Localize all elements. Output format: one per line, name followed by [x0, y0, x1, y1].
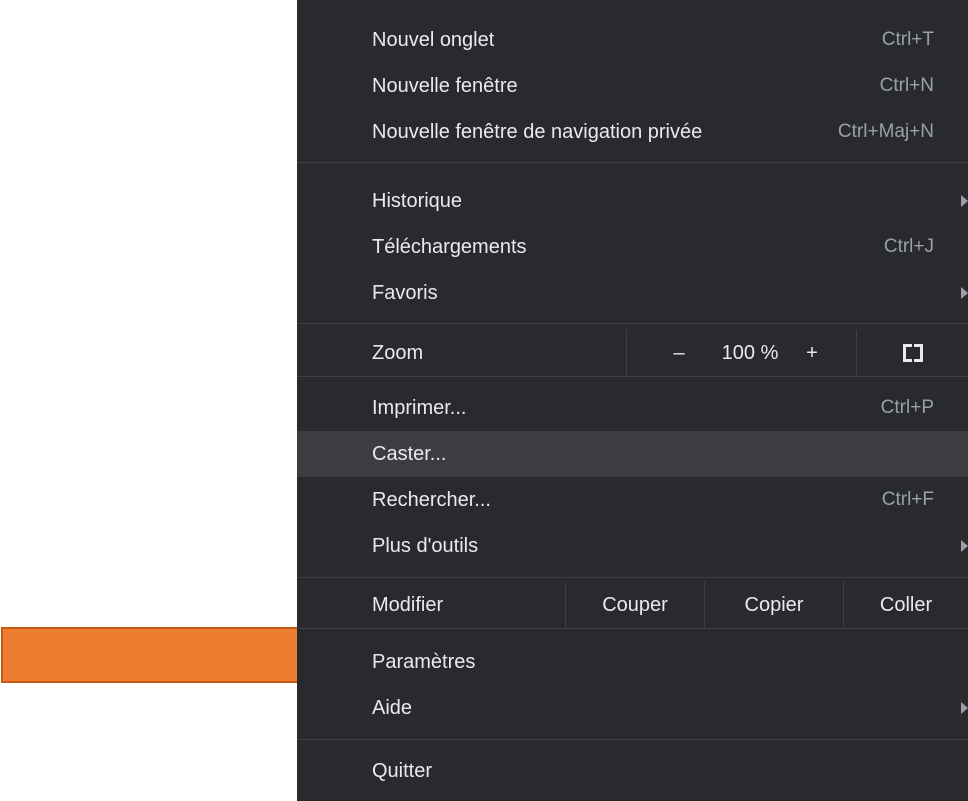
zoom-in-button[interactable]: +: [797, 330, 827, 376]
menu-row-zoom: Zoom – 100 % +: [297, 330, 968, 376]
menu-item-label: Plus d'outils: [372, 534, 479, 557]
menu-item-shortcut: Ctrl+P: [880, 397, 934, 418]
menu-item-label: Historique: [372, 189, 463, 212]
menu-item-shortcut: Ctrl+F: [881, 489, 934, 510]
menu-item-label: Paramètres: [372, 650, 476, 673]
menu-item-label: Nouvelle fenêtre de navigation privée: [372, 120, 703, 143]
menu-item-shortcut: Ctrl+Maj+N: [837, 121, 934, 142]
menu-item-bookmarks[interactable]: Favoris: [297, 270, 968, 316]
menu-item-label: Imprimer...: [372, 396, 467, 419]
chevron-right-icon: [961, 287, 968, 299]
menu-item-more-tools[interactable]: Plus d'outils: [297, 523, 968, 569]
menu-item-new-window[interactable]: Nouvelle fenêtre Ctrl+N: [297, 63, 968, 109]
paste-button[interactable]: Coller: [844, 582, 968, 628]
menu-separator: [297, 376, 968, 377]
zoom-divider: [626, 330, 627, 376]
menu-item-label: Quitter: [372, 759, 433, 782]
menu-separator: [297, 162, 968, 163]
menu-item-shortcut: Ctrl+N: [879, 75, 934, 96]
fullscreen-icon: [903, 344, 923, 362]
menu-item-help[interactable]: Aide: [297, 685, 968, 731]
edit-label: Modifier: [372, 594, 444, 616]
menu-item-quit[interactable]: Quitter: [297, 748, 968, 794]
menu-item-print[interactable]: Imprimer... Ctrl+P: [297, 385, 968, 431]
menu-item-label: Nouvelle fenêtre: [372, 74, 518, 97]
menu-item-label: Téléchargements: [372, 235, 527, 258]
zoom-label: Zoom: [372, 342, 424, 364]
zoom-level-value: 100 %: [721, 342, 779, 364]
zoom-out-button[interactable]: –: [659, 330, 699, 376]
menu-item-label: Rechercher...: [372, 488, 491, 511]
cut-button[interactable]: Couper: [566, 582, 704, 628]
copy-button[interactable]: Copier: [705, 582, 843, 628]
menu-item-shortcut: Ctrl+J: [883, 236, 934, 257]
chevron-right-icon: [961, 195, 968, 207]
menu-item-downloads[interactable]: Téléchargements Ctrl+J: [297, 224, 968, 270]
menu-item-new-tab[interactable]: Nouvel onglet Ctrl+T: [297, 17, 968, 63]
menu-separator: [297, 323, 968, 324]
menu-row-edit: Modifier Couper Copier Coller: [297, 582, 968, 628]
menu-item-history[interactable]: Historique: [297, 178, 968, 224]
menu-item-shortcut: Ctrl+T: [881, 29, 934, 50]
menu-item-new-private-window[interactable]: Nouvelle fenêtre de navigation privée Ct…: [297, 109, 968, 155]
menu-item-label: Favoris: [372, 281, 438, 304]
menu-item-label: Aide: [372, 696, 413, 719]
menu-item-cast[interactable]: Caster...: [297, 431, 968, 477]
menu-item-find[interactable]: Rechercher... Ctrl+F: [297, 477, 968, 523]
chevron-right-icon: [961, 702, 968, 714]
menu-separator: [297, 739, 968, 740]
chrome-main-menu: Nouvel onglet Ctrl+T Nouvelle fenêtre Ct…: [297, 0, 968, 801]
menu-item-settings[interactable]: Paramètres: [297, 639, 968, 685]
menu-item-label: Nouvel onglet: [372, 28, 495, 51]
menu-separator: [297, 628, 968, 629]
menu-item-label: Caster...: [372, 442, 447, 465]
chevron-right-icon: [961, 540, 968, 552]
menu-separator: [297, 577, 968, 578]
fullscreen-button[interactable]: [857, 330, 968, 376]
